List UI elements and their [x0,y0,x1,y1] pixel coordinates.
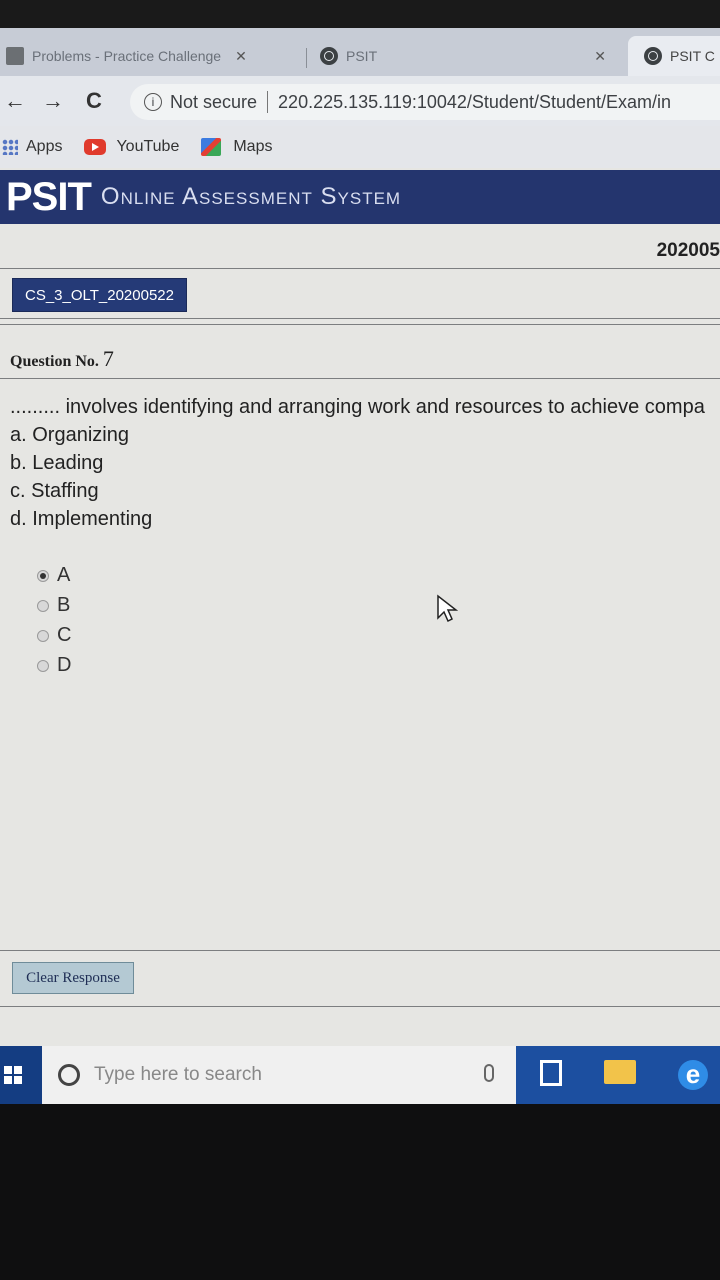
globe-icon [644,47,662,65]
tab-title: PSIT [346,48,378,64]
tab-problems[interactable]: Problems - Practice Challenge ✕ [6,38,296,74]
radio-button-checked[interactable] [37,569,49,582]
tab-title: Problems - Practice Challenge [32,48,222,64]
divider [0,268,720,269]
globe-icon [320,47,338,65]
bookmark-apps[interactable]: Apps [0,138,62,156]
cortana-icon [58,1064,80,1086]
answer-label: D [57,654,72,676]
browser-tab-strip: Problems - Practice Challenge ✕ PSIT ✕ P… [0,28,720,76]
maps-icon [201,138,222,156]
task-view-icon[interactable] [540,1060,562,1086]
divider [0,950,720,951]
question-label: Question No. [10,353,99,370]
edge-browser-icon[interactable]: e [678,1060,708,1090]
microphone-icon[interactable] [484,1064,494,1082]
question-number: Question No. 7 [10,346,114,372]
bookmark-youtube[interactable]: YouTube [84,138,179,156]
search-placeholder: Type here to search [94,1064,262,1085]
bookmarks-bar: Apps YouTube Maps [0,126,720,168]
radio-button[interactable] [37,599,49,612]
answer-label: C [57,624,72,646]
option-text: a. Organizing [10,424,129,446]
security-label: Not secure [170,91,258,112]
radio-button[interactable] [37,659,49,672]
forward-button[interactable]: → [42,88,64,114]
tab-divider [306,48,307,68]
bookmark-label: YouTube [116,138,180,155]
question-number-value: 7 [102,346,114,371]
tab-close-icon[interactable]: ✕ [235,48,247,65]
clear-response-button[interactable]: Clear Response [12,962,134,994]
site-banner: PSIT Online Assessment System [0,170,720,224]
tab-title: PSIT C [670,48,715,64]
omnibox-divider [267,91,269,113]
bookmark-label: Apps [26,138,63,155]
taskbar-search-box[interactable]: Type here to search [42,1046,516,1104]
divider [0,1006,720,1007]
divider [0,378,720,379]
brand-logo: PSIT [6,174,92,219]
tab-psit[interactable]: PSIT ✕ [320,38,620,74]
reload-button[interactable]: C [86,88,102,114]
windows-taskbar: Type here to search e [0,1046,720,1104]
option-text: c. Staffing [10,480,99,502]
system-title: Online Assessment System [100,183,402,210]
screen-bezel-bottom [0,1104,720,1280]
tab-close-icon[interactable]: ✕ [594,48,606,65]
exam-page: PSIT Online Assessment System 202005 CS_… [0,168,720,1046]
question-text: ......... involves identifying and arran… [10,396,705,418]
radio-button[interactable] [37,629,49,642]
answer-option-b[interactable]: B [37,594,70,617]
back-button[interactable]: ← [4,88,26,114]
answer-label: B [57,594,71,616]
test-code-badge[interactable]: CS_3_OLT_20200522 [12,278,187,312]
exam-id: 202005 [656,240,720,261]
answer-option-a[interactable]: A [37,564,70,587]
browser-toolbar: ← → C i Not secure 220.225.135.119:10042… [0,76,720,126]
answer-option-d[interactable]: D [37,654,71,677]
url-text[interactable]: 220.225.135.119:10042/Student/Student/Ex… [278,92,671,113]
info-icon[interactable]: i [144,93,162,111]
start-button[interactable] [0,1046,42,1104]
screen-bezel-top [0,0,720,28]
hackerrank-favicon-icon [6,47,24,65]
apps-grid-icon [2,139,18,155]
bookmark-maps[interactable]: Maps [201,138,272,156]
tab-psit-active[interactable]: PSIT C [628,36,720,76]
youtube-icon [84,139,107,155]
option-text: b. Leading [10,452,104,474]
windows-logo-icon [4,1066,22,1084]
divider [0,318,720,319]
answer-label: A [57,564,71,586]
address-bar[interactable]: i Not secure 220.225.135.119:10042/Stude… [130,84,720,120]
option-text: d. Implementing [10,508,153,530]
bookmark-label: Maps [233,138,273,155]
file-explorer-icon[interactable] [604,1060,636,1084]
divider [0,324,720,325]
mouse-cursor-icon [437,594,458,623]
answer-option-c[interactable]: C [37,624,71,647]
